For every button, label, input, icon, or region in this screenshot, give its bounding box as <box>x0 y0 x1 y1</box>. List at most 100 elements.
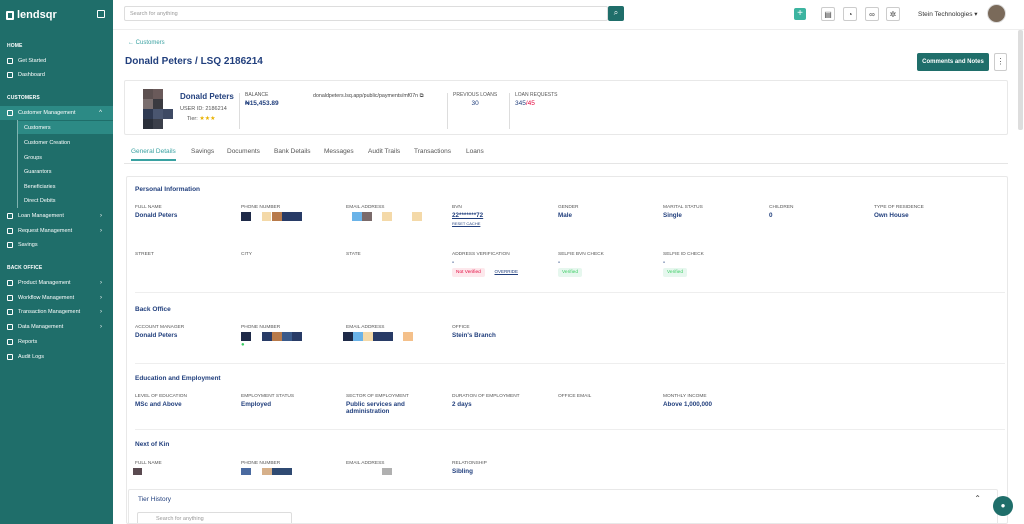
audit-icon <box>7 354 13 360</box>
details-panel: Personal Information FULL NAME Donald Pet… <box>126 176 1008 524</box>
tab-messages[interactable]: Messages <box>324 148 354 155</box>
search-button[interactable]: ⌕ <box>608 6 624 21</box>
product-icon <box>7 280 13 286</box>
tab-audit-trails[interactable]: Audit Trails <box>368 148 400 155</box>
section-title-back-office: Back Office <box>135 306 171 313</box>
sidebar-item-customer-management[interactable]: Customer Management ^ <box>0 106 113 120</box>
tier-history-title: Tier History <box>138 496 171 503</box>
section-title-next-of-kin: Next of Kin <box>135 441 170 448</box>
brand-logo[interactable]: lendsqr <box>6 9 57 21</box>
sidebar-item-dashboard[interactable]: Dashboard <box>0 68 113 82</box>
sidebar-subitem-customers[interactable]: Customers <box>24 125 51 131</box>
search-input[interactable]: Search for anything <box>124 6 608 21</box>
sidebar-item-transaction-management[interactable]: Transaction Management › <box>0 305 113 319</box>
sidebar-subitem-direct-debits[interactable]: Direct Debits <box>24 198 55 204</box>
add-button[interactable]: + <box>794 8 806 20</box>
field-selfie-id: SELFIE ID CHECK - Verified <box>663 252 763 277</box>
user-id: USER ID: 2186214 <box>180 106 227 112</box>
comments-notes-button[interactable]: Comments and Notes <box>917 53 989 71</box>
avatar[interactable] <box>987 4 1006 23</box>
prev-loans-label: PREVIOUS LOANS <box>453 92 498 98</box>
tab-transactions[interactable]: Transactions <box>414 148 451 155</box>
bell-icon[interactable]: ◔ <box>843 7 857 21</box>
tab-savings[interactable]: Savings <box>191 148 214 155</box>
tab-bank-details[interactable]: Bank Details <box>274 148 311 155</box>
sidebar-item-audit-logs[interactable]: Audit Logs <box>0 350 113 364</box>
field-value: - <box>452 259 455 266</box>
field-label: SELFIE ID CHECK <box>663 252 704 257</box>
chat-button[interactable]: ● <box>993 496 1013 516</box>
field-label: SELFIE BVN CHECK <box>558 252 604 257</box>
reset-cache-link[interactable]: RESET CACHE <box>452 221 552 226</box>
tab-loans[interactable]: Loans <box>466 148 484 155</box>
field-value[interactable]: 22*******72 <box>452 212 552 219</box>
sidebar-item-label: Product Management <box>18 280 71 286</box>
sidebar-item-savings[interactable]: Savings <box>0 238 113 252</box>
field-value: Male <box>558 212 572 219</box>
whatsapp-icon[interactable]: ● <box>241 342 341 348</box>
field-children: CHILDREN 0 <box>769 205 869 219</box>
org-switcher[interactable]: Stein Technologies ▾ <box>918 10 978 18</box>
field-email: EMAIL ADDRESS <box>346 205 446 222</box>
field-sector: SECTOR OF EMPLOYMENT Public services and … <box>346 394 446 415</box>
field-label: FULL NAME <box>135 461 162 466</box>
profile-name: Donald Peters <box>180 92 234 101</box>
arrow-left-icon: ← <box>128 40 136 46</box>
field-value: - <box>558 259 561 266</box>
tab-general-details[interactable]: General Details <box>131 148 176 161</box>
topbar: Search for anything ⌕ + ▤ ◔ ∞ ✲ Stein Te… <box>113 0 1024 30</box>
sidebar-subitem-beneficiaries[interactable]: Beneficiaries <box>24 184 56 190</box>
field-duration: DURATION OF EMPLOYMENT 2 days <box>452 394 552 408</box>
chevron-right-icon: › <box>100 295 102 301</box>
sidebar-item-product-management[interactable]: Product Management › <box>0 276 113 290</box>
tier-history-search-input[interactable]: Search for anything <box>137 512 292 523</box>
field-value: 0 <box>769 212 773 219</box>
sidebar: lendsqr HOME Get Started Dashboard CUSTO… <box>0 0 113 524</box>
field-label: TYPE OF RESIDENCE <box>874 205 924 210</box>
balance-block: BALANCE ₦15,453.89 <box>245 92 279 107</box>
field-value: Employed <box>241 401 272 408</box>
field-kin-name: FULL NAME <box>133 461 235 476</box>
gear-icon[interactable]: ✲ <box>886 7 900 21</box>
scrollbar[interactable] <box>1018 30 1023 130</box>
field-label: EMAIL ADDRESS <box>346 461 385 466</box>
field-relationship: RELATIONSHIP Sibling <box>452 461 552 475</box>
back-link[interactable]: ← Customers <box>128 40 165 46</box>
sidebar-item-data-management[interactable]: Data Management › <box>0 320 113 334</box>
field-label: ACCOUNT MANAGER <box>135 325 185 330</box>
sidebar-item-reports[interactable]: Reports <box>0 335 113 349</box>
previous-loans-block: PREVIOUS LOANS 30 <box>453 92 497 107</box>
redacted-value <box>241 332 341 342</box>
sidebar-subitem-guarantors[interactable]: Guarantors <box>24 169 52 175</box>
sidebar-item-label: Workflow Management <box>18 295 75 301</box>
collapse-sidebar-icon[interactable] <box>97 10 105 18</box>
sidebar-item-label: Transaction Management <box>18 309 81 315</box>
field-label: DURATION OF EMPLOYMENT <box>452 394 520 399</box>
field-label: EMPLOYMENT STATUS <box>241 394 295 399</box>
sidebar-item-label: Reports <box>18 339 38 345</box>
link-icon[interactable]: ∞ <box>865 7 879 21</box>
sidebar-item-label: Customer Management <box>18 110 76 116</box>
sidebar-subitem-groups[interactable]: Groups <box>24 155 42 161</box>
override-link[interactable]: OVERRIDE <box>494 269 518 274</box>
payment-link[interactable]: donaldpeters.lsq.app/public/payments/mf0… <box>313 93 423 100</box>
sidebar-subitem-customer-creation[interactable]: Customer Creation <box>24 140 70 146</box>
sidebar-item-get-started[interactable]: Get Started <box>0 54 113 68</box>
chevron-up-icon[interactable]: ⌃ <box>974 494 981 503</box>
copy-icon[interactable]: ⧉ <box>420 93 424 99</box>
back-label: Customers <box>135 40 165 46</box>
chevron-right-icon: › <box>100 324 102 330</box>
book-icon[interactable]: ▤ <box>821 7 835 21</box>
sidebar-item-loan-management[interactable]: Loan Management › <box>0 209 113 223</box>
sidebar-item-request-management[interactable]: Request Management › <box>0 224 113 238</box>
sidebar-item-workflow-management[interactable]: Workflow Management › <box>0 291 113 305</box>
field-value: Single <box>663 212 682 219</box>
tab-documents[interactable]: Documents <box>227 148 260 155</box>
field-label: EMAIL ADDRESS <box>346 205 385 210</box>
loan-requests-label: LOAN REQUESTS <box>515 92 558 98</box>
section-title-personal: Personal Information <box>135 186 201 193</box>
divider <box>239 93 240 129</box>
more-options-icon[interactable]: ⋮ <box>994 53 1007 71</box>
field-label: STREET <box>135 252 154 257</box>
rocket-icon <box>7 58 13 64</box>
